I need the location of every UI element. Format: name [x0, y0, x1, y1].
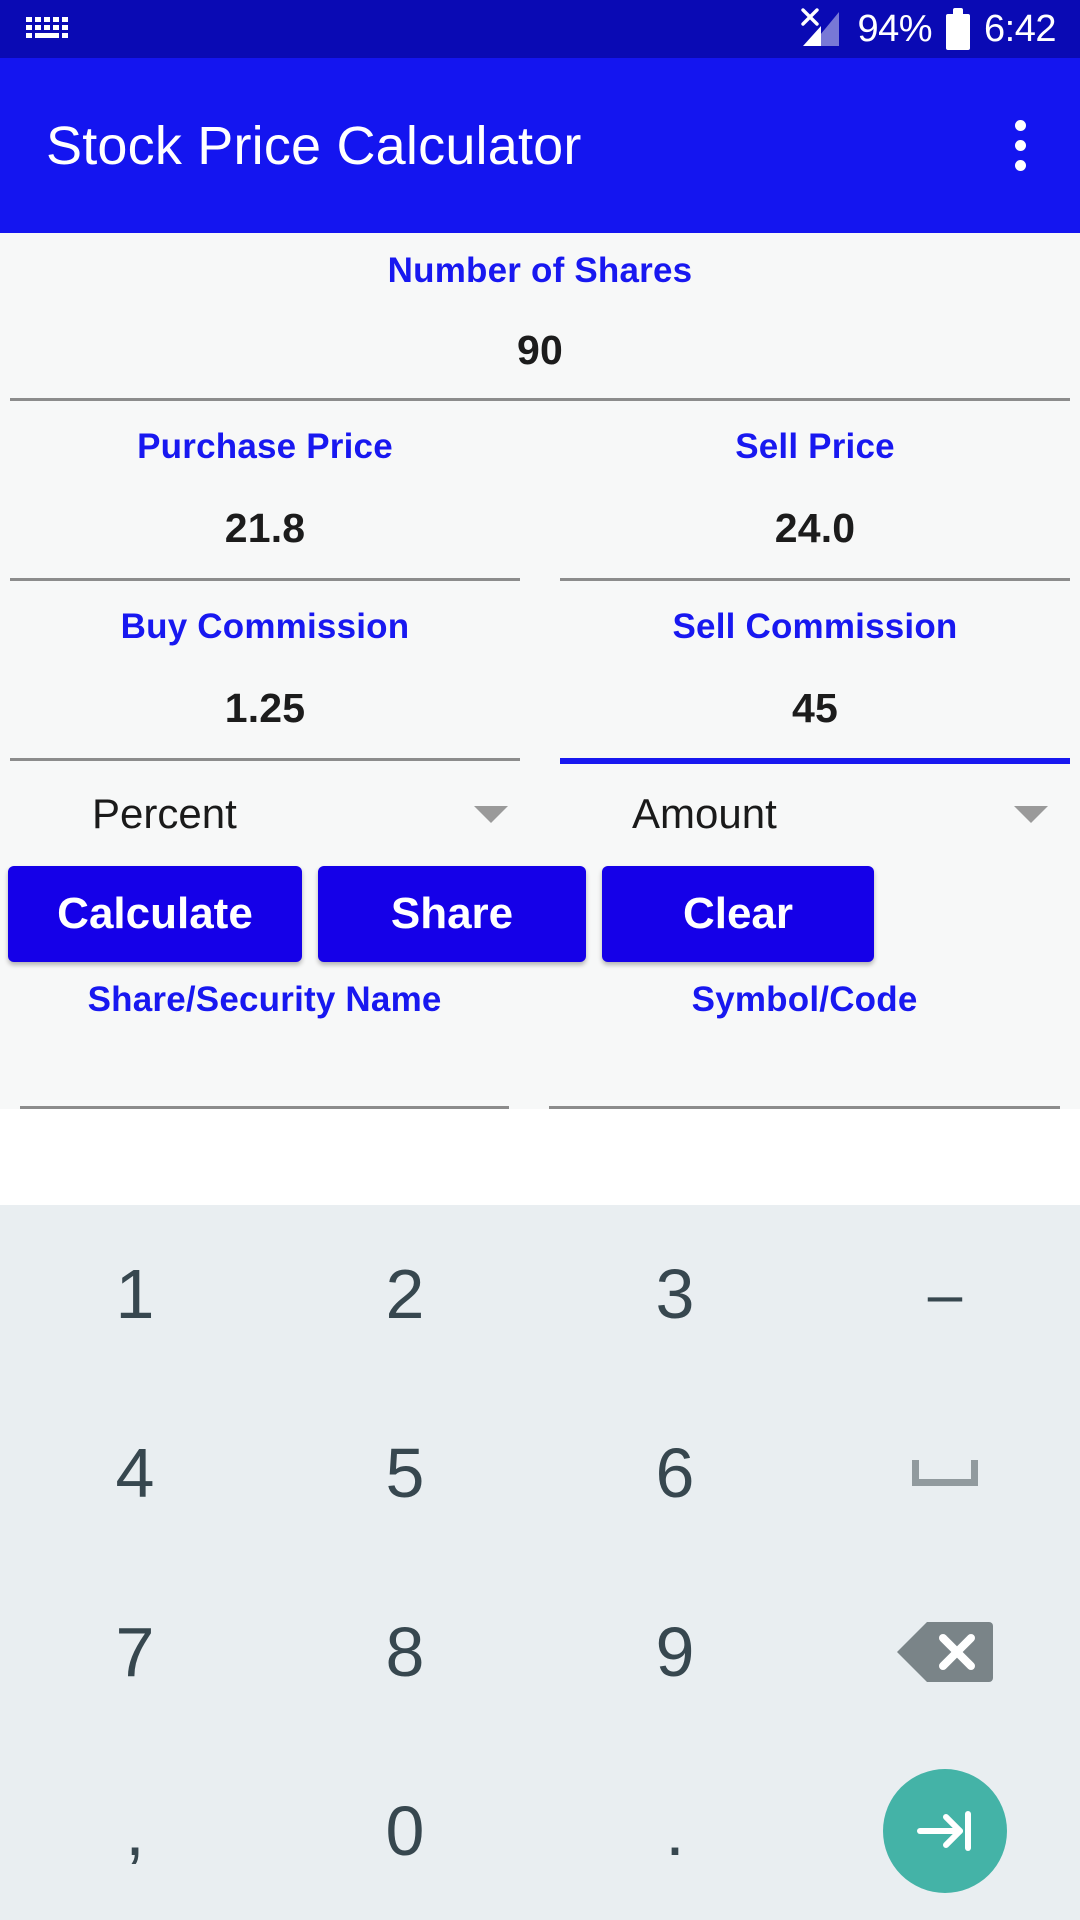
keyboard-row-2: 4 5 6 — [0, 1384, 1080, 1563]
key-enter[interactable] — [810, 1741, 1080, 1920]
input-sell-price[interactable]: 24.0 — [550, 505, 1080, 554]
key-1[interactable]: 1 — [0, 1205, 270, 1384]
key-0[interactable]: 0 — [270, 1741, 540, 1920]
overflow-menu-icon[interactable] — [997, 108, 1044, 183]
action-button-row: Calculate Share Clear — [0, 838, 1080, 962]
underline-sell-commission — [560, 758, 1070, 764]
battery-percentage: 94% — [857, 8, 933, 50]
status-bar-clock: 6:42 — [984, 8, 1056, 50]
calculate-button[interactable]: Calculate — [8, 866, 302, 962]
next-arrow-icon — [917, 1810, 971, 1851]
battery-icon — [946, 8, 971, 50]
key-backspace[interactable] — [810, 1563, 1080, 1742]
key-period[interactable]: . — [540, 1741, 810, 1920]
chevron-down-icon — [1014, 805, 1048, 823]
key-comma[interactable]: , — [0, 1741, 270, 1920]
field-symbol-code[interactable]: Symbol/Code — [529, 980, 1080, 1109]
key-3[interactable]: 3 — [540, 1205, 810, 1384]
spinner-buy-commission-type[interactable]: Percent — [0, 790, 540, 838]
label-sell-commission: Sell Commission — [672, 607, 958, 646]
spinner-buy-commission-value: Percent — [92, 790, 237, 837]
input-number-of-shares[interactable]: 90 — [0, 327, 1080, 376]
input-symbol-code[interactable] — [539, 1020, 1070, 1106]
keyboard-row-3: 7 8 9 — [0, 1563, 1080, 1742]
backspace-icon — [897, 1621, 993, 1682]
clear-button[interactable]: Clear — [602, 866, 874, 962]
numeric-keyboard: 1 2 3 – 4 5 6 7 8 9 , 0 . — [0, 1205, 1080, 1920]
field-number-of-shares[interactable]: Number of Shares 90 — [0, 233, 1080, 401]
input-purchase-price[interactable]: 21.8 — [0, 505, 530, 554]
space-icon — [912, 1460, 978, 1487]
key-9[interactable]: 9 — [540, 1563, 810, 1742]
share-button[interactable]: Share — [318, 866, 586, 962]
key-7[interactable]: 7 — [0, 1563, 270, 1742]
status-bar: 94% 6:42 — [0, 0, 1080, 58]
input-sell-commission[interactable]: 45 — [550, 685, 1080, 734]
label-sell-price: Sell Price — [735, 427, 895, 466]
label-symbol-code: Symbol/Code — [691, 980, 918, 1019]
form-area: Number of Shares 90 Purchase Price 21.8 … — [0, 233, 1080, 1109]
key-2[interactable]: 2 — [270, 1205, 540, 1384]
page-title: Stock Price Calculator — [46, 115, 582, 176]
keyboard-row-1: 1 2 3 – — [0, 1205, 1080, 1384]
field-sell-price[interactable]: Sell Price 24.0 — [540, 401, 1080, 581]
row-security-info: Share/Security Name Symbol/Code — [0, 962, 1080, 1109]
underline-security-name — [20, 1106, 510, 1109]
status-bar-right: 94% 6:42 — [795, 8, 1056, 50]
label-buy-commission: Buy Commission — [120, 607, 410, 646]
status-bar-left — [24, 14, 70, 44]
signal-no-sim-icon — [795, 8, 843, 50]
key-space[interactable] — [810, 1384, 1080, 1563]
row-commission-types: Percent Amount — [0, 764, 1080, 838]
keyboard-icon — [26, 17, 68, 38]
key-8[interactable]: 8 — [270, 1563, 540, 1742]
underline-symbol-code — [549, 1106, 1060, 1109]
label-purchase-price: Purchase Price — [137, 427, 393, 466]
field-sell-commission[interactable]: Sell Commission 45 — [540, 581, 1080, 764]
field-purchase-price[interactable]: Purchase Price 21.8 — [0, 401, 540, 581]
key-5[interactable]: 5 — [270, 1384, 540, 1563]
spinner-sell-commission-type[interactable]: Amount — [540, 790, 1080, 838]
key-4[interactable]: 4 — [0, 1384, 270, 1563]
input-buy-commission[interactable]: 1.25 — [0, 685, 530, 734]
field-buy-commission[interactable]: Buy Commission 1.25 — [0, 581, 540, 764]
input-security-name[interactable] — [10, 1020, 519, 1106]
keyboard-row-4: , 0 . — [0, 1741, 1080, 1920]
enter-button[interactable] — [883, 1768, 1007, 1893]
key-6[interactable]: 6 — [540, 1384, 810, 1563]
row-commissions: Buy Commission 1.25 Sell Commission 45 — [0, 581, 1080, 764]
field-security-name[interactable]: Share/Security Name — [0, 980, 529, 1109]
label-number-of-shares: Number of Shares — [387, 251, 693, 290]
underline-buy-commission — [10, 758, 520, 761]
chevron-down-icon — [474, 805, 508, 823]
spinner-sell-commission-value: Amount — [632, 790, 777, 837]
label-security-name: Share/Security Name — [87, 980, 442, 1019]
key-minus[interactable]: – — [810, 1205, 1080, 1384]
row-prices: Purchase Price 21.8 Sell Price 24.0 — [0, 401, 1080, 581]
app-bar: Stock Price Calculator — [0, 58, 1080, 233]
